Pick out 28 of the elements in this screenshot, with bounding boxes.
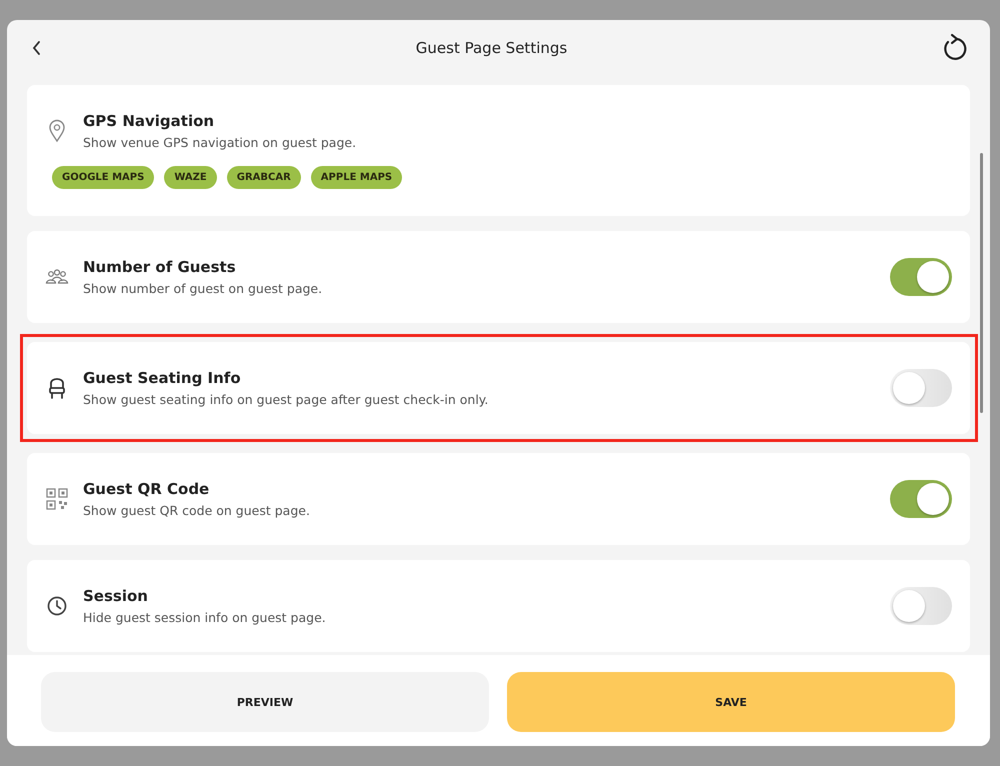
setting-description: Show number of guest on guest page. — [83, 281, 324, 296]
save-button[interactable]: SAVE — [507, 672, 955, 732]
people-icon — [45, 268, 69, 286]
setting-title: Number of Guests — [83, 258, 237, 276]
setting-description: Show guest seating info on guest page after guest check-in only. — [83, 392, 490, 407]
map-app-chip[interactable]: GOOGLE MAPS — [52, 166, 154, 189]
toggle-switch[interactable] — [890, 587, 952, 625]
seat-icon — [48, 377, 66, 399]
map-app-chip[interactable]: WAZE — [164, 166, 217, 189]
toggle-switch[interactable] — [890, 258, 952, 296]
dialog-title: Guest Page Settings — [416, 38, 568, 56]
setting-title: Session — [83, 587, 149, 605]
clock-icon — [46, 595, 68, 617]
preview-button[interactable]: PREVIEW — [41, 672, 489, 732]
setting-description: Hide guest session info on guest page. — [83, 610, 327, 625]
toggle-switch[interactable] — [890, 480, 952, 518]
setting-title: Guest Seating Info — [83, 369, 242, 387]
setting-title: GPS Navigation — [83, 112, 216, 130]
location-pin-icon — [48, 119, 66, 143]
map-app-chip[interactable]: APPLE MAPS — [310, 166, 402, 189]
setting-title: Guest QR Code — [83, 480, 210, 498]
back-icon — [31, 40, 43, 56]
setting-description: Show guest QR code on guest page. — [83, 503, 311, 518]
setting-description: Show venue GPS navigation on guest page. — [83, 135, 358, 150]
toggle-switch[interactable] — [890, 369, 952, 407]
qr-code-icon — [46, 488, 68, 510]
map-app-chip[interactable]: GRABCAR — [226, 166, 301, 189]
scrollbar[interactable] — [980, 153, 983, 413]
